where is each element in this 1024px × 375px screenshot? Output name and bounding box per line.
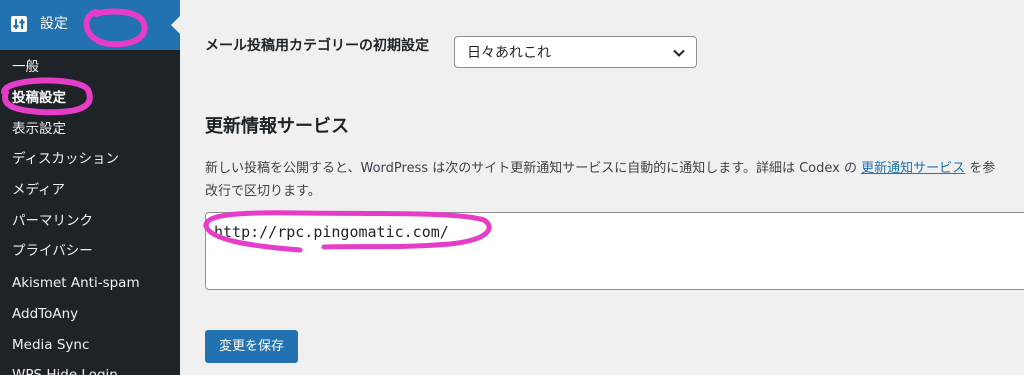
submenu-media[interactable]: メディア xyxy=(12,181,65,199)
description-text-tail: を参 xyxy=(965,161,996,176)
submenu-reading[interactable]: 表示設定 xyxy=(12,120,66,138)
menu-settings-label: 設定 xyxy=(40,16,68,32)
update-services-title: 更新情報サービス xyxy=(205,116,349,137)
submenu-wps-hide-login[interactable]: WPS Hide Login xyxy=(12,366,118,375)
current-menu-arrow xyxy=(171,16,180,34)
submenu-writing[interactable]: 投稿設定 xyxy=(12,89,66,107)
submenu-permalinks[interactable]: パーマリンク xyxy=(12,212,93,230)
mail-category-select[interactable]: 日々あれこれ xyxy=(454,36,697,68)
admin-sidebar: 設定 一般 投稿設定 表示設定 ディスカッション メディア パーマリンク プライ… xyxy=(0,0,180,375)
ping-sites-textarea[interactable]: http://rpc.pingomatic.com/ xyxy=(205,212,1024,290)
update-services-link[interactable]: 更新通知サービス xyxy=(861,161,965,176)
submenu-discussion[interactable]: ディスカッション xyxy=(12,150,119,168)
submenu-akismet[interactable]: Akismet Anti-spam xyxy=(12,274,140,292)
chevron-down-icon xyxy=(673,49,685,57)
submenu-media-sync[interactable]: Media Sync xyxy=(12,336,89,354)
description-text: 新しい投稿を公開すると、WordPress は次のサイト更新通知サービスに自動的… xyxy=(205,161,862,176)
settings-sliders-icon xyxy=(11,16,27,32)
description-line-2: 改行で区切ります。 xyxy=(205,184,321,199)
submenu-addtoany[interactable]: AddToAny xyxy=(12,305,78,323)
save-changes-button[interactable]: 変更を保存 xyxy=(205,330,298,363)
ping-sites-value: http://rpc.pingomatic.com/ xyxy=(214,223,449,241)
update-services-description: 新しい投稿を公開すると、WordPress は次のサイト更新通知サービスに自動的… xyxy=(205,157,1024,203)
mail-category-label: メール投稿用カテゴリーの初期設定 xyxy=(205,38,429,54)
mail-category-value: 日々あれこれ xyxy=(467,45,551,61)
submenu-privacy[interactable]: プライバシー xyxy=(12,242,93,260)
menu-settings[interactable]: 設定 xyxy=(0,0,180,50)
submenu-general[interactable]: 一般 xyxy=(12,58,39,76)
main-content: メール投稿用カテゴリーの初期設定 日々あれこれ 更新情報サービス 新しい投稿を公… xyxy=(180,0,1024,375)
